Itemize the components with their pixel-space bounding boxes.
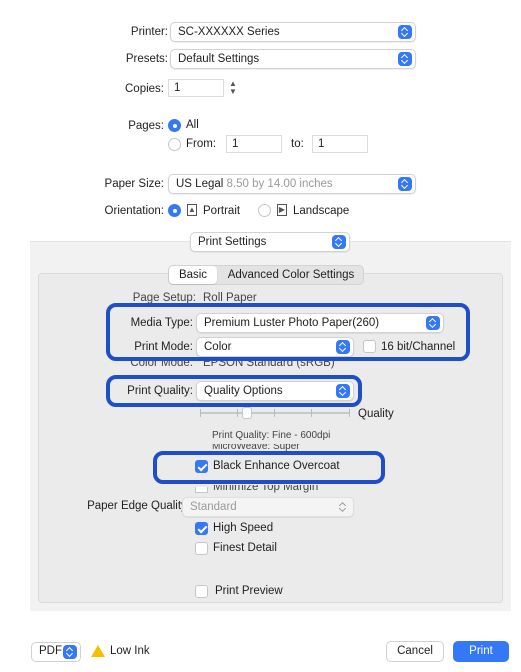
microweave-info: MicroWeave: Super [212, 444, 300, 452]
copies-stepper[interactable]: ▲ ▼ [227, 80, 239, 96]
print-preview-label: Print Preview [215, 585, 283, 597]
low-ink-link[interactable]: Low Ink [110, 645, 150, 657]
print-quality-value: Quality Options [204, 385, 283, 397]
portrait-label: Portrait [203, 205, 241, 217]
slider-tick [274, 409, 275, 417]
paper-size-value: US Legal [176, 178, 224, 190]
print-quality-label: Print Quality: [127, 385, 193, 397]
high-speed-checkbox[interactable] [195, 522, 208, 535]
pages-from-label: From: [186, 138, 217, 150]
paper-size-popup[interactable]: US Legal 8.50 by 14.00 inches [168, 174, 416, 194]
printer-label: Printer: [130, 26, 168, 38]
pages-from-radio[interactable] [168, 138, 181, 151]
warning-icon [91, 645, 105, 657]
presets-value: Default Settings [178, 53, 260, 65]
section-popup-value: Print Settings [198, 236, 267, 248]
printer-value: SC-XXXXXX Series [178, 26, 280, 38]
pages-from-value: 1 [232, 138, 239, 150]
tab-advanced[interactable]: Advanced Color Settings [220, 266, 362, 284]
cancel-button[interactable]: Cancel [386, 641, 444, 662]
landscape-label: Landscape [293, 205, 350, 217]
quality-slider-label: Quality [358, 408, 394, 420]
orientation-label: Orientation: [104, 205, 164, 217]
chevron-updown-icon [332, 235, 346, 249]
chevron-updown-icon [398, 177, 412, 191]
minimize-top-checkbox[interactable] [195, 487, 208, 493]
pages-to-label: to: [291, 138, 304, 150]
black-enhance-checkbox[interactable] [195, 460, 208, 473]
finest-detail-checkbox[interactable] [195, 542, 208, 555]
section-popup[interactable]: Print Settings [190, 232, 350, 252]
printer-popup[interactable]: SC-XXXXXX Series [170, 22, 416, 42]
tab-advanced-label: Advanced Color Settings [227, 269, 355, 281]
slider-track [200, 412, 350, 414]
color-mode-label: Color Mode: [130, 360, 193, 369]
pdf-button[interactable]: PDF [31, 642, 81, 662]
tab-basic-label: Basic [178, 269, 208, 281]
pages-all-radio[interactable] [168, 119, 181, 132]
chevron-updown-icon [398, 52, 412, 66]
color-mode-value: EPSON Standard (sRGB) [203, 360, 335, 369]
finest-detail-label: Finest Detail [213, 542, 277, 554]
high-speed-label: High Speed [213, 522, 274, 534]
cancel-label: Cancel [397, 645, 433, 657]
landscape-radio[interactable] [258, 204, 271, 217]
portrait-icon: ▲ [187, 204, 197, 216]
presets-popup[interactable]: Default Settings [170, 49, 416, 69]
quality-slider[interactable] [200, 407, 350, 421]
paper-size-dims: 8.50 by 14.00 inches [226, 178, 333, 190]
chevron-down-icon [63, 645, 77, 659]
print-quality-info: Print Quality: Fine - 600dpi [212, 430, 331, 441]
slider-tick [311, 409, 312, 417]
media-print-mode-highlight [106, 303, 470, 361]
presets-label: Presets: [125, 53, 168, 65]
copies-value: 1 [174, 82, 181, 94]
print-quality-popup[interactable]: Quality Options [196, 381, 354, 401]
landscape-icon: ▶ [277, 204, 287, 216]
black-enhance-label: Black Enhance Overcoat [213, 460, 340, 472]
slider-tick [237, 409, 238, 417]
paper-edge-label: Paper Edge Quality: [87, 500, 190, 512]
pages-to-value: 1 [318, 138, 325, 150]
minimize-top-label: Minimize Top Margin [213, 485, 319, 493]
paper-edge-value: Standard [190, 501, 237, 513]
pages-to-field[interactable]: 1 [312, 135, 368, 153]
paper-size-label: Paper Size: [104, 178, 164, 190]
paper-edge-popup[interactable]: Standard [182, 497, 354, 517]
print-label: Print [469, 645, 493, 657]
chevron-updown-icon [336, 384, 350, 398]
slider-tick [200, 409, 201, 417]
print-preview-checkbox[interactable] [195, 585, 208, 598]
slider-tick [349, 409, 350, 417]
copies-field[interactable]: 1 [168, 79, 224, 97]
pages-from-field[interactable]: 1 [226, 135, 282, 153]
copies-label: Copies: [125, 83, 164, 95]
portrait-radio[interactable] [168, 204, 181, 217]
pages-label: Pages: [128, 120, 164, 132]
print-button[interactable]: Print [453, 641, 509, 662]
pdf-label: PDF [39, 645, 62, 657]
pages-all-label: All [186, 119, 199, 131]
tab-basic[interactable]: Basic [169, 266, 217, 284]
slider-knob[interactable] [242, 407, 252, 419]
chevron-updown-icon [336, 500, 350, 514]
chevron-updown-icon [398, 25, 412, 39]
